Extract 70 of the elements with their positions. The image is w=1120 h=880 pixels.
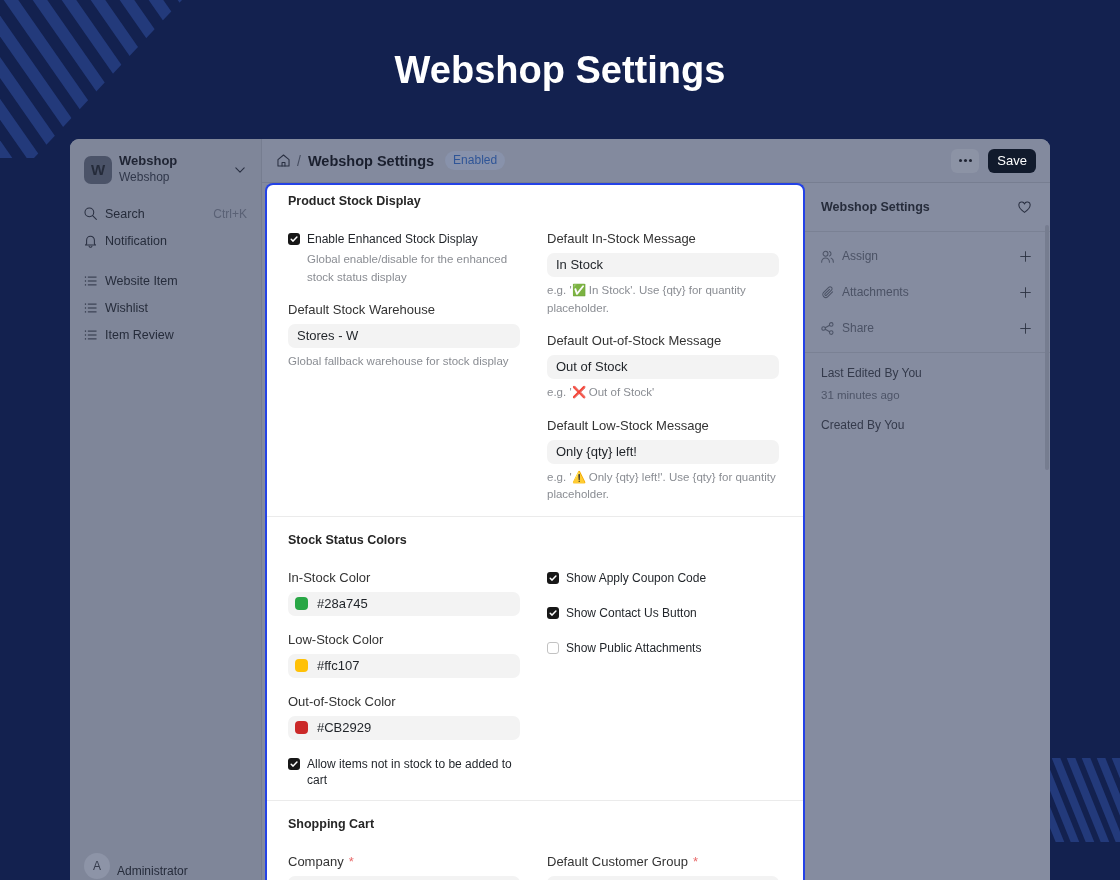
text-input[interactable]: Out of Stock — [547, 355, 779, 379]
field-label: Default Stock Warehouse — [288, 302, 435, 318]
field-label: In-Stock Color — [288, 569, 371, 586]
last-edited-text: Last Edited By You — [821, 365, 923, 381]
sidebar-item[interactable]: Item Review — [84, 321, 247, 348]
color-input[interactable]: #CB2929 — [288, 715, 520, 740]
field-label: Default Out-of-Stock Message — [547, 333, 722, 349]
share-icon — [821, 321, 834, 335]
home-icon[interactable] — [277, 154, 290, 167]
section-title: Stock Status Colors — [288, 531, 408, 549]
field-description: Global fallback warehouse for stock display — [288, 354, 510, 369]
sidebar-item[interactable]: Website Item — [84, 267, 247, 294]
text-input[interactable]: Stores - W — [288, 324, 520, 348]
field-label: Low-Stock Color — [288, 631, 384, 648]
page-title: Webshop Settings — [394, 47, 726, 92]
field-label: Out-of-Stock Color — [288, 693, 396, 710]
more-button[interactable] — [951, 148, 980, 173]
color-input[interactable]: #28a745 — [288, 591, 520, 616]
search-icon — [84, 207, 97, 220]
checkbox-label[interactable]: Show Contact Us Button — [566, 604, 697, 621]
list-icon — [84, 301, 97, 314]
required-mark: * — [348, 853, 354, 870]
status-badge: Enabled — [445, 151, 506, 170]
created-by-text: Created By You — [821, 417, 906, 433]
chevron-down-icon[interactable] — [235, 166, 245, 173]
edited-time: 31 minutes ago — [821, 388, 901, 403]
app-subtitle: Webshop — [119, 169, 171, 186]
field-label: Default Low-Stock Message — [547, 417, 709, 434]
users-icon — [821, 249, 834, 263]
field-label: Default In-Stock Message — [547, 231, 696, 247]
user-name: Administrator — [117, 864, 188, 878]
checkbox[interactable] — [547, 606, 559, 619]
heart-icon[interactable] — [1018, 201, 1031, 213]
plus-icon[interactable] — [1020, 286, 1031, 298]
text-input[interactable]: In Stock — [547, 253, 779, 277]
field-label: Default Customer Group — [547, 853, 688, 870]
checkbox[interactable] — [547, 641, 559, 654]
save-button[interactable]: Save — [988, 148, 1036, 173]
checkbox[interactable] — [547, 571, 559, 584]
page-heading: Webshop Settings — [307, 152, 435, 169]
plus-icon[interactable] — [1020, 322, 1031, 334]
panel-title: Webshop Settings — [821, 200, 930, 214]
list-icon — [84, 328, 97, 341]
scrollbar[interactable] — [1045, 225, 1049, 470]
paperclip-icon — [821, 285, 834, 299]
avatar[interactable]: A — [84, 853, 110, 879]
required-mark: * — [692, 853, 698, 870]
field-description: Global enable/disable for the enhanced stock status display — [307, 252, 509, 285]
plus-icon[interactable] — [1020, 250, 1031, 262]
checkbox[interactable] — [288, 233, 300, 245]
breadcrumb-separator: / — [297, 152, 301, 169]
field-description: e.g. '⚠ Only {qty} left!'. Use {qty} for quantity placeholder. — [547, 469, 777, 502]
checkbox-label[interactable]: Enable Enhanced Stock Display — [307, 231, 478, 247]
section-title: Shopping Cart — [288, 815, 376, 833]
checkbox-label[interactable]: Show Public Attachments — [566, 639, 702, 656]
color-input[interactable]: #ffc107 — [288, 653, 520, 678]
text-input[interactable]: Only {qty} left! — [547, 439, 779, 464]
checkbox-label[interactable]: Allow items not in stock to be added to cart — [307, 755, 520, 788]
notification-item[interactable]: Notification — [84, 227, 247, 254]
field-label: Company — [288, 853, 344, 870]
checkbox[interactable] — [288, 757, 300, 770]
sidebar-item[interactable]: Wishlist — [84, 294, 247, 321]
field-description: e.g. '✅ In Stock'. Use {qty} for quantity placeholder. — [547, 282, 747, 316]
list-icon — [84, 274, 97, 287]
bell-icon — [84, 233, 97, 248]
section-title: Product Stock Display — [288, 193, 422, 210]
app-name: Webshop — [119, 153, 178, 169]
checkbox-label[interactable]: Show Apply Coupon Code — [566, 569, 707, 586]
field-description: e.g. '❌ Out of Stock' — [547, 385, 656, 401]
more-icon — [958, 159, 972, 162]
